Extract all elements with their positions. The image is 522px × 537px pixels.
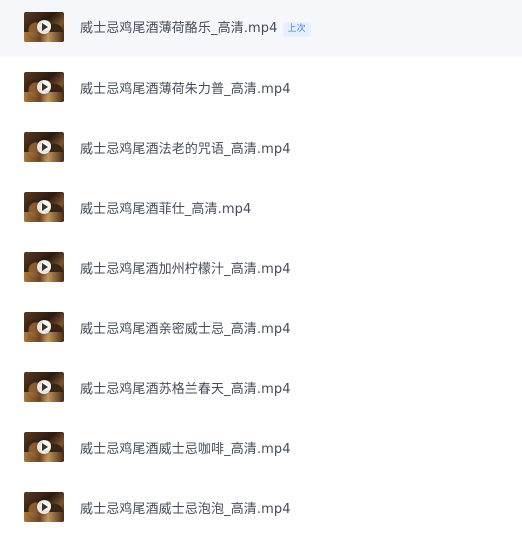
file-row[interactable]: 威士忌鸡尾酒法老的咒语_高清.mp4	[0, 117, 522, 177]
file-row[interactable]: 威士忌鸡尾酒薄荷朱力普_高清.mp4	[0, 57, 522, 117]
file-name: 威士忌鸡尾酒法老的咒语_高清.mp4	[80, 141, 291, 157]
video-thumbnail-icon	[24, 432, 64, 462]
play-icon	[37, 320, 51, 334]
file-row[interactable]: 威士忌鸡尾酒菲仕_高清.mp4	[0, 177, 522, 237]
play-icon	[37, 200, 51, 214]
file-name: 威士忌鸡尾酒亲密威士忌_高清.mp4	[80, 321, 291, 337]
video-thumbnail-icon	[24, 132, 64, 162]
play-icon	[37, 440, 51, 454]
file-row[interactable]: 威士忌鸡尾酒加州柠檬汁_高清.mp4	[0, 237, 522, 297]
video-thumbnail-icon	[24, 252, 64, 282]
file-name: 威士忌鸡尾酒威士忌咖啡_高清.mp4	[80, 441, 291, 457]
video-thumbnail-icon	[24, 312, 64, 342]
video-thumbnail-icon	[24, 12, 64, 42]
play-icon	[37, 20, 51, 34]
video-thumbnail-icon	[24, 192, 64, 222]
file-name: 威士忌鸡尾酒菲仕_高清.mp4	[80, 201, 252, 217]
video-thumbnail-icon	[24, 372, 64, 402]
file-name-text: 威士忌鸡尾酒薄荷酪乐_高清.mp4	[80, 21, 278, 36]
file-name: 威士忌鸡尾酒薄荷朱力普_高清.mp4	[80, 81, 291, 97]
file-name: 威士忌鸡尾酒威士忌泡泡_高清.mp4	[80, 501, 291, 517]
file-name: 威士忌鸡尾酒苏格兰春天_高清.mp4	[80, 381, 291, 397]
play-icon	[37, 500, 51, 514]
play-icon	[37, 260, 51, 274]
video-thumbnail-icon	[24, 72, 64, 102]
file-name: 威士忌鸡尾酒加州柠檬汁_高清.mp4	[80, 261, 291, 277]
file-name: 威士忌鸡尾酒薄荷酪乐_高清.mp4 上次	[80, 17, 311, 37]
file-row[interactable]: 威士忌鸡尾酒薄荷酪乐_高清.mp4 上次	[0, 0, 522, 57]
last-played-badge: 上次	[282, 22, 311, 37]
video-file-list: 威士忌鸡尾酒薄荷酪乐_高清.mp4 上次 威士忌鸡尾酒薄荷朱力普_高清.mp4 威…	[0, 0, 522, 522]
play-icon	[37, 80, 51, 94]
file-row[interactable]: 威士忌鸡尾酒威士忌泡泡_高清.mp4	[0, 477, 522, 537]
play-icon	[37, 140, 51, 154]
file-row[interactable]: 威士忌鸡尾酒亲密威士忌_高清.mp4	[0, 297, 522, 357]
play-icon	[37, 380, 51, 394]
file-row[interactable]: 威士忌鸡尾酒威士忌咖啡_高清.mp4	[0, 417, 522, 477]
file-row[interactable]: 威士忌鸡尾酒苏格兰春天_高清.mp4	[0, 357, 522, 417]
